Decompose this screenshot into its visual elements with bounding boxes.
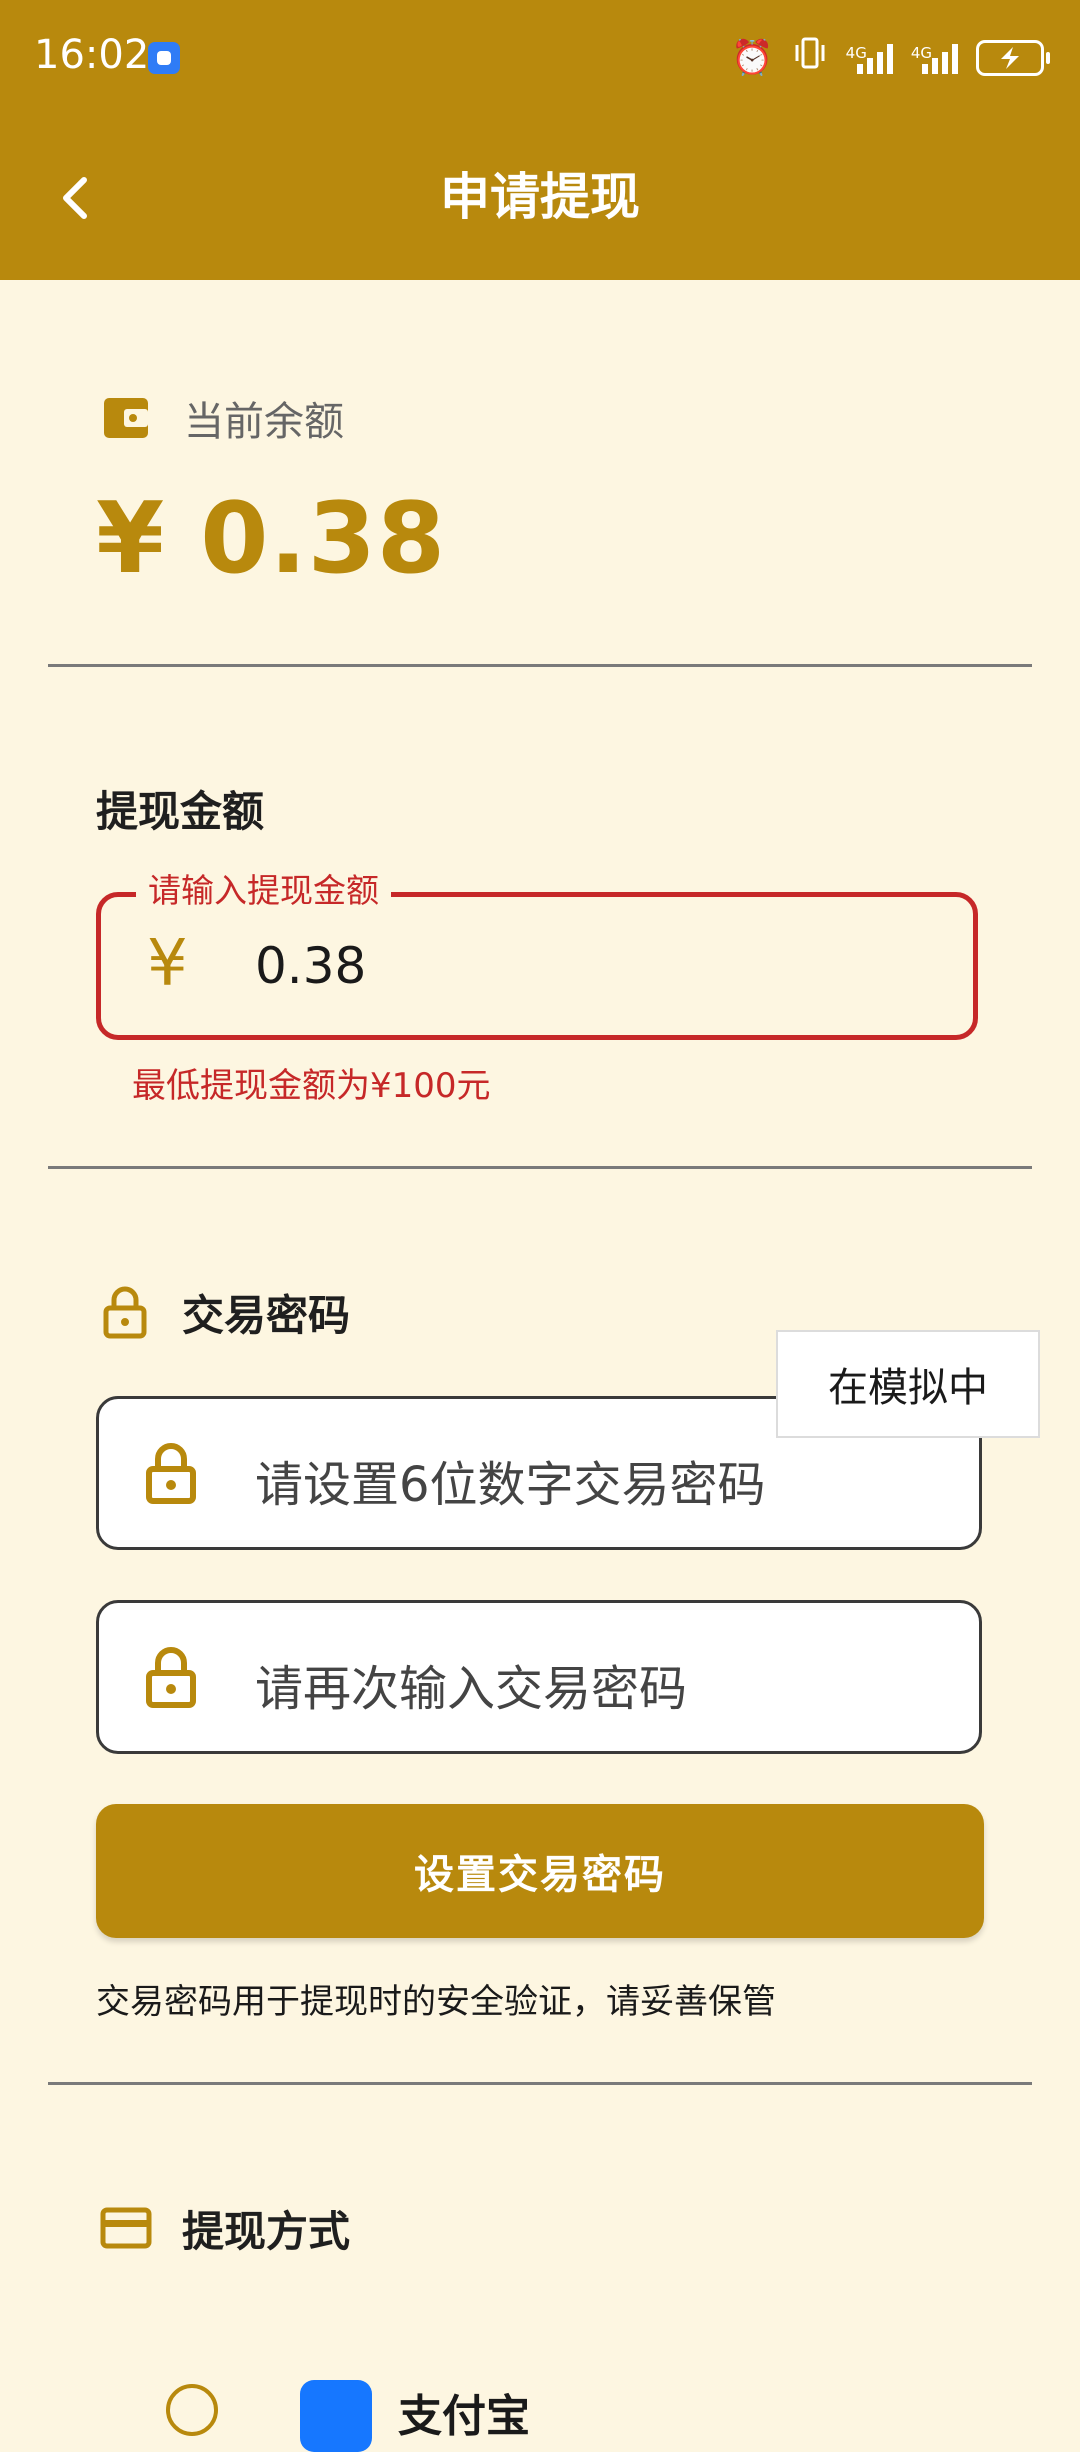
balance-label-row: 当前余额 (100, 388, 344, 448)
lock-icon (146, 1443, 196, 1504)
network-type-1: 4G (845, 44, 867, 62)
page-title: 申请提现 (440, 168, 640, 226)
password-placeholder: 请设置6位数字交易密码 (255, 1457, 766, 1513)
amount-error-text: 最低提现金额为¥100元 (132, 1066, 491, 1106)
method-section-header: 提现方式 (100, 2196, 350, 2260)
signal-2: 4G (911, 42, 958, 74)
divider (48, 664, 1032, 667)
alipay-icon (300, 2380, 372, 2452)
lock-icon (103, 1286, 147, 1339)
status-time: 16:02 (34, 32, 150, 78)
currency-symbol: ¥ (147, 927, 188, 1001)
vibrate-icon (792, 35, 828, 82)
wallet-icon (104, 398, 148, 438)
password-section-title: 交易密码 (182, 1290, 351, 1340)
battery-charging-icon (976, 40, 1050, 76)
method-section-title: 提现方式 (182, 2206, 351, 2256)
app-notification-icon (148, 42, 180, 74)
card-icon (100, 2207, 152, 2249)
password-section-header: 交易密码 (100, 1280, 350, 1344)
app-header: 申请提现 (0, 118, 1080, 280)
confirm-password-input[interactable]: 请再次输入交易密码 (96, 1600, 982, 1754)
confirm-password-placeholder: 请再次输入交易密码 (255, 1661, 688, 1717)
amount-section-title: 提现金额 (96, 787, 265, 836)
alipay-radio[interactable] (166, 2384, 218, 2436)
balance-label: 当前余额 (184, 399, 344, 445)
network-type-2: 4G (910, 44, 932, 62)
status-icons: ⏰ 4G 4G (731, 35, 1050, 82)
alipay-label[interactable]: 支付宝 (398, 2380, 530, 2444)
amount-field-label: 请输入提现金额 (136, 868, 391, 914)
divider (48, 1166, 1032, 1169)
lock-icon (146, 1647, 196, 1708)
toast-message: 在模拟中 (776, 1330, 1040, 1438)
status-bar: 16:02 ⏰ 4G 4G (0, 0, 1080, 118)
alarm-icon: ⏰ (731, 38, 774, 78)
password-help-text: 交易密码用于提现时的安全验证，请妥善保管 (96, 1982, 776, 2022)
balance-amount: ¥ 0.38 (96, 482, 447, 596)
amount-value[interactable]: 0.38 (255, 937, 366, 995)
divider (48, 2082, 1032, 2085)
set-password-button[interactable]: 设置交易密码 (96, 1804, 984, 1938)
amount-input[interactable]: ¥ 0.38 (96, 892, 978, 1040)
signal-1: 4G (846, 42, 893, 74)
